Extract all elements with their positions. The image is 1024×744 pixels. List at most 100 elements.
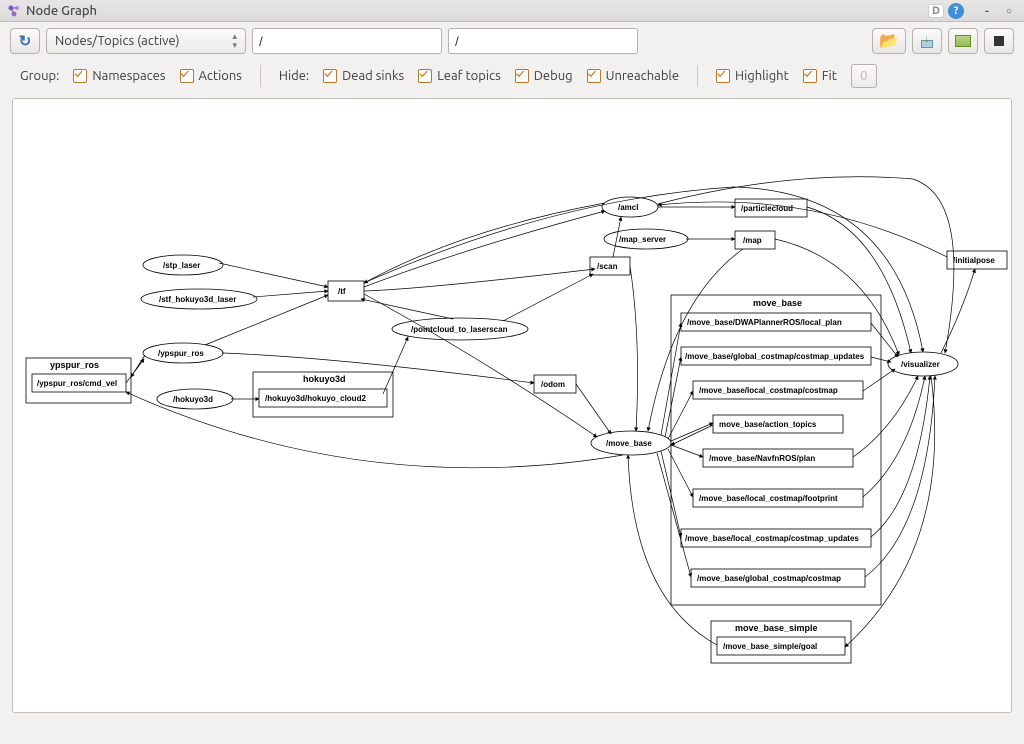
separator: [260, 65, 261, 87]
edge: [503, 274, 593, 321]
edge: [668, 391, 693, 439]
save-icon: ↓: [919, 34, 935, 48]
zoom-level-box[interactable]: 0: [851, 64, 877, 88]
edge: [845, 376, 935, 647]
check-icon: [418, 69, 432, 83]
svg-text:/move_base/global_costmap/cost: /move_base/global_costmap/costmap: [697, 574, 841, 583]
checkbox-leaf-topics[interactable]: Leaf topics: [418, 69, 501, 83]
checkbox-debug[interactable]: Debug: [515, 69, 573, 83]
svg-text:/map_server: /map_server: [619, 235, 666, 244]
check-icon: [716, 69, 730, 83]
check-icon: [73, 69, 87, 83]
node-filter-input[interactable]: [252, 28, 442, 54]
app-icon: [6, 3, 22, 19]
edge: [671, 423, 713, 441]
svg-text:/map: /map: [743, 236, 762, 245]
edge: [941, 269, 975, 353]
svg-text:/hokuyo3d/hokuyo_cloud2: /hokuyo3d/hokuyo_cloud2: [265, 394, 366, 403]
svg-text:/move_base: /move_base: [606, 439, 652, 448]
svg-text:/visualizer: /visualizer: [901, 360, 940, 369]
svg-text:/scan: /scan: [597, 262, 618, 271]
svg-text:/amcl: /amcl: [618, 203, 638, 212]
edge: [775, 239, 899, 355]
edge: [871, 376, 930, 537]
main-toolbar: ↻ Nodes/Topics (active) ▴▾ 📂 ↓: [0, 22, 1024, 58]
svg-text:/move_base/local_costmap/costm: /move_base/local_costmap/costmap: [699, 386, 838, 395]
edge: [865, 376, 935, 577]
dropdown-label: Nodes/Topics (active): [55, 34, 180, 48]
checkbox-unreachable[interactable]: Unreachable: [587, 69, 679, 83]
stop-icon: [994, 36, 1004, 46]
group-label: move_base: [753, 298, 802, 308]
svg-text:/move_base/DWAPlannerROS/local: /move_base/DWAPlannerROS/local_plan: [687, 318, 842, 327]
save-button[interactable]: ↓: [912, 28, 942, 54]
edge: [671, 425, 713, 445]
group-label: hokuyo3d: [303, 374, 346, 384]
edge: [364, 269, 595, 291]
checkbox-highlight[interactable]: Highlight: [716, 69, 789, 83]
save-image-button[interactable]: [948, 28, 978, 54]
title-bar: Node Graph D ? - ○: [0, 0, 1024, 22]
edge: [364, 294, 597, 437]
edge: [871, 323, 898, 357]
group-label: Group:: [20, 69, 59, 83]
checkbox-actions[interactable]: Actions: [180, 69, 242, 83]
refresh-button[interactable]: ↻: [10, 28, 40, 54]
svg-text:/initialpose: /initialpose: [953, 256, 995, 265]
svg-text:/move_base_simple/goal: /move_base_simple/goal: [723, 642, 817, 651]
maximize-button[interactable]: ○: [1000, 2, 1018, 20]
svg-text:/pointcloud_to_laserscan: /pointcloud_to_laserscan: [411, 325, 508, 334]
svg-text:move_base/action_topics: move_base/action_topics: [719, 420, 817, 429]
image-save-icon: [955, 35, 971, 47]
chevron-updown-icon: ▴▾: [232, 32, 237, 50]
edge: [630, 266, 638, 431]
svg-text:/move_base/local_costmap/costm: /move_base/local_costmap/costmap_updates: [685, 534, 859, 543]
hide-label: Hide:: [279, 69, 309, 83]
topic-filter-input[interactable]: [448, 28, 638, 54]
svg-text:/move_base/NavfnROS/plan: /move_base/NavfnROS/plan: [709, 454, 815, 463]
edge: [364, 211, 605, 287]
svg-text:/move_base/global_costmap/cost: /move_base/global_costmap/costmap_update…: [685, 352, 865, 361]
svg-text:/hokuyo3d: /hokuyo3d: [173, 395, 213, 404]
edge: [361, 299, 453, 319]
edge: [126, 359, 144, 383]
edge: [671, 445, 703, 457]
options-bar: Group: Namespaces Actions Hide: Dead sin…: [0, 58, 1024, 98]
check-icon: [803, 69, 817, 83]
svg-text:/stp_laser: /stp_laser: [163, 261, 200, 270]
svg-text:/odom: /odom: [541, 380, 565, 389]
edge: [253, 291, 328, 297]
topic-tf[interactable]: [328, 281, 364, 301]
node-graph-svg: ypspur_ros /ypspur_ros/cmd_vel hokuyo3d …: [13, 99, 1012, 713]
edge: [657, 453, 691, 577]
minimize-button[interactable]: -: [978, 2, 996, 20]
checkbox-dead-sinks[interactable]: Dead sinks: [323, 69, 404, 83]
edge: [222, 353, 534, 383]
d-icon[interactable]: D: [928, 4, 944, 18]
svg-text:/move_base/local_costmap/footp: /move_base/local_costmap/footprint: [699, 494, 838, 503]
edge: [863, 369, 895, 391]
edge: [668, 449, 693, 497]
stop-button[interactable]: [984, 28, 1014, 54]
svg-text:/ypspur_ros/cmd_vel: /ypspur_ros/cmd_vel: [37, 379, 117, 388]
edge: [648, 249, 743, 431]
check-icon: [180, 69, 194, 83]
refresh-icon: ↻: [19, 32, 32, 50]
folder-open-icon: 📂: [879, 31, 899, 51]
svg-text:/stf_hokuyo3d_laser: /stf_hokuyo3d_laser: [159, 295, 236, 304]
separator: [697, 65, 698, 87]
checkbox-namespaces[interactable]: Namespaces: [73, 69, 165, 83]
svg-text:/ypspur_ros: /ypspur_ros: [158, 349, 204, 358]
check-icon: [587, 69, 601, 83]
graph-canvas[interactable]: ypspur_ros /ypspur_ros/cmd_vel hokuyo3d …: [12, 98, 1012, 713]
svg-text:/tf: /tf: [338, 287, 346, 296]
view-mode-dropdown[interactable]: Nodes/Topics (active) ▴▾: [46, 28, 246, 54]
open-button[interactable]: 📂: [872, 28, 906, 54]
help-icon[interactable]: ?: [948, 3, 964, 19]
svg-text:/particlecloud: /particlecloud: [741, 204, 793, 213]
edge: [364, 203, 605, 283]
window-title: Node Graph: [26, 4, 97, 18]
edge: [219, 263, 328, 287]
checkbox-fit[interactable]: Fit: [803, 69, 837, 83]
group-label: ypspur_ros: [50, 360, 99, 370]
